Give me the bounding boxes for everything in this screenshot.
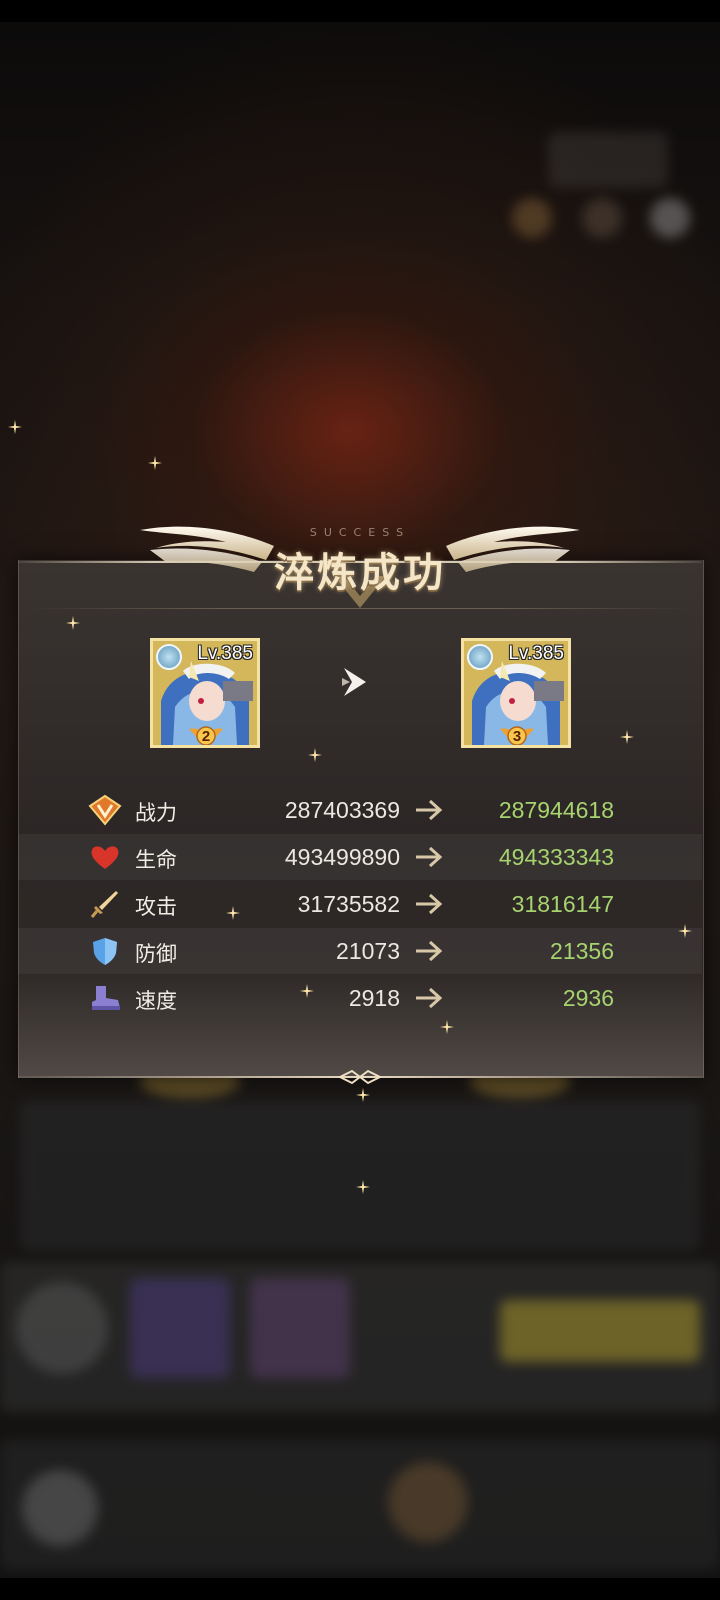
bottom-ornament <box>337 1069 383 1085</box>
hero-card-before: Lv.385 2 <box>150 638 260 748</box>
blurred-top-text <box>548 132 668 188</box>
boot-icon <box>92 986 120 1010</box>
sparkle-icon <box>300 984 314 998</box>
banner-title: 淬炼成功 <box>274 550 446 596</box>
stat-arrow-icon <box>416 940 443 962</box>
sparkle-icon <box>148 456 162 470</box>
blurred-avatar <box>16 1282 108 1374</box>
blurred-top-button-1 <box>512 198 552 238</box>
class-badge-icon <box>156 644 182 670</box>
class-badge-icon <box>467 644 493 670</box>
stat-label: 攻击 <box>135 895 177 919</box>
stat-row-defense: 防御 21073 21356 <box>18 928 702 974</box>
sparkle-icon <box>8 420 22 434</box>
stat-old-value: 21073 <box>336 938 400 964</box>
banner-subtitle: SUCCESS <box>309 526 411 539</box>
hero-level: Lv.385 <box>508 643 564 664</box>
blurred-stats-block <box>20 1100 700 1250</box>
blurred-item-slot-1 <box>130 1278 230 1378</box>
shield-icon <box>93 938 117 965</box>
stat-new-value: 21356 <box>550 938 614 964</box>
stat-new-value: 31816147 <box>511 891 614 917</box>
blurred-nav-home <box>22 1470 98 1546</box>
stat-old-value: 2918 <box>348 985 400 1011</box>
sparkle-icon <box>308 748 322 762</box>
hero-level: Lv.385 <box>197 643 253 664</box>
stat-arrow-icon <box>416 987 443 1009</box>
stat-arrow-icon <box>416 846 443 868</box>
stat-arrow-icon <box>416 893 443 915</box>
sparkle-icon <box>356 1180 370 1194</box>
sparkle-icon <box>356 1088 370 1102</box>
blurred-top-button-2 <box>582 198 622 238</box>
heart-icon <box>91 846 119 869</box>
stat-arrow-icon <box>416 799 443 821</box>
stat-row-power: 战力 287403369 287944618 <box>18 787 702 833</box>
stat-label: 战力 <box>135 801 177 825</box>
stat-old-value: 31735582 <box>297 891 400 917</box>
sword-icon <box>90 891 118 918</box>
stat-label: 生命 <box>135 848 177 872</box>
stat-new-value: 494333343 <box>498 844 614 870</box>
stat-row-hp: 生命 493499890 494333343 <box>18 834 702 880</box>
hero-card-after: Lv.385 3 <box>461 638 571 748</box>
stat-label: 防御 <box>135 942 177 966</box>
sparkle-icon <box>440 1020 454 1034</box>
blurred-nav-bar <box>0 1440 720 1570</box>
stat-row-attack: 攻击 31735582 31816147 <box>18 881 702 927</box>
blurred-top-button-3 <box>650 198 690 238</box>
upgrade-arrow-icon <box>342 668 366 696</box>
star-rank-value: 2 <box>201 728 211 745</box>
navigation-bar <box>0 1578 720 1600</box>
stat-old-value: 493499890 <box>284 844 400 870</box>
stat-row-speed: 速度 2918 2936 <box>18 975 702 1021</box>
sparkle-icon <box>620 730 634 744</box>
blurred-item-slot-2 <box>250 1278 350 1378</box>
sparkle-icon <box>226 906 240 920</box>
stat-new-value: 2936 <box>562 985 614 1011</box>
sparkle-icon <box>66 616 80 630</box>
stat-new-value: 287944618 <box>498 797 614 823</box>
stat-label: 速度 <box>135 989 177 1013</box>
star-rank-value: 3 <box>512 728 522 745</box>
sparkle-icon <box>678 924 692 938</box>
status-bar <box>0 0 720 22</box>
blurred-nav-center <box>388 1462 468 1542</box>
stat-old-value: 287403369 <box>284 797 400 823</box>
power-icon <box>88 794 122 826</box>
blurred-confirm-button <box>500 1300 700 1362</box>
